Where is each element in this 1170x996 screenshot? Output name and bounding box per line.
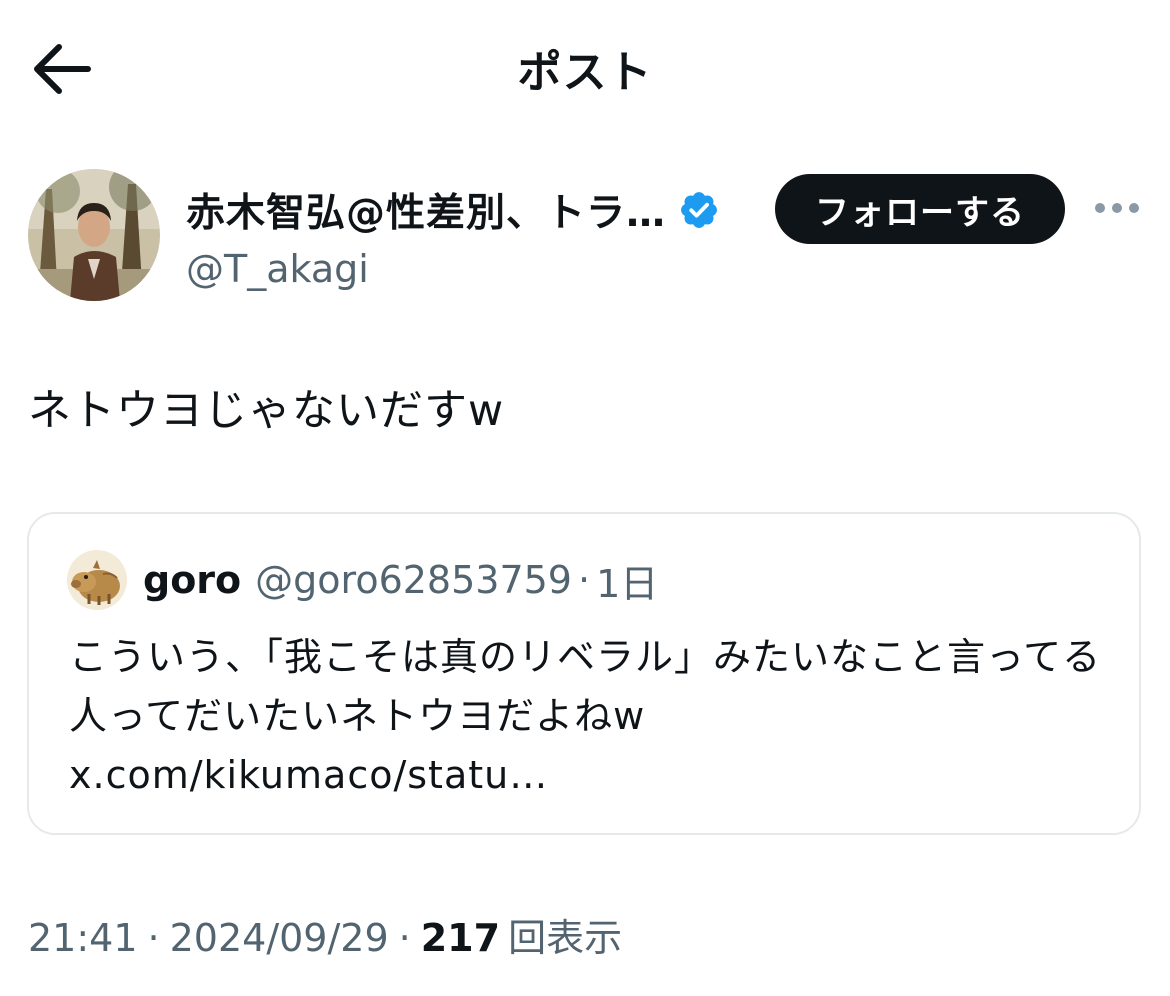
follow-button[interactable]: フォローする bbox=[775, 174, 1065, 244]
views-label: 回表示 bbox=[508, 916, 623, 960]
quoted-author-avatar[interactable] bbox=[67, 550, 127, 610]
more-button[interactable] bbox=[1093, 197, 1141, 221]
dot-separator: · bbox=[398, 916, 411, 960]
dot-separator: · bbox=[147, 916, 160, 960]
quoted-post-text: こういう、「我こそは真のリベラル」みたいなこと言ってる人ってだいたいネトウヨだよ… bbox=[69, 635, 1102, 797]
author-names: 赤木智弘@性差別、トラ… @T_akagi bbox=[186, 185, 720, 291]
quoted-post-card[interactable]: goro @goro62853759 · 1日 こういう、「我こそは真のリベラル… bbox=[27, 512, 1141, 835]
post-date[interactable]: 2024/09/29 bbox=[170, 916, 389, 960]
top-bar: ポスト bbox=[0, 0, 1170, 130]
author-row: 赤木智弘@性差別、トラ… @T_akagi フォローする bbox=[0, 165, 1170, 310]
quoted-post-header: goro @goro62853759 · 1日 bbox=[67, 550, 658, 610]
dot-separator: · bbox=[577, 558, 591, 602]
post-text: ネトウヨじゃないだすw bbox=[28, 386, 505, 436]
quoted-author-handle[interactable]: @goro62853759 bbox=[255, 558, 572, 602]
display-name-line: 赤木智弘@性差別、トラ… bbox=[186, 182, 720, 238]
views-count: 217 bbox=[420, 916, 501, 960]
author-handle[interactable]: @T_akagi bbox=[186, 247, 720, 291]
author-display-name[interactable]: 赤木智弘@性差別、トラ… bbox=[186, 182, 666, 238]
quoted-author-name[interactable]: goro bbox=[143, 558, 241, 602]
post-meta: 21:41 · 2024/09/29 · 217 回表示 bbox=[28, 907, 622, 962]
author-avatar[interactable] bbox=[28, 169, 160, 301]
verified-badge-icon bbox=[681, 192, 717, 228]
page-title: ポスト bbox=[517, 47, 653, 98]
post-time[interactable]: 21:41 bbox=[28, 916, 138, 960]
quoted-post-time: 1日 bbox=[596, 561, 659, 606]
